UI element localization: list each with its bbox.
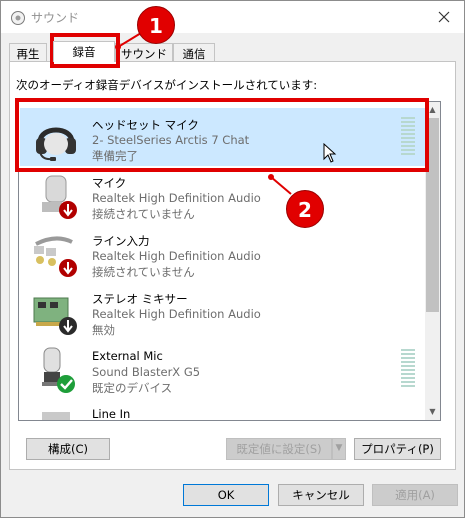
device-row-microphone[interactable]: マイク Realtek High Definition Audio 接続されてい… bbox=[20, 166, 426, 224]
set-default-dropdown[interactable]: ▼ bbox=[332, 438, 346, 460]
scroll-up-icon[interactable]: ▲ bbox=[427, 104, 438, 116]
chevron-down-icon: ▼ bbox=[335, 443, 343, 453]
close-icon[interactable] bbox=[434, 7, 454, 27]
properties-button[interactable]: プロパティ(P) bbox=[354, 438, 441, 460]
sound-card-icon bbox=[33, 297, 77, 335]
window-title: サウンド bbox=[31, 11, 80, 25]
device-name: ステレオ ミキサー bbox=[92, 292, 188, 306]
set-default-button[interactable]: 既定値に設定(S) bbox=[226, 438, 332, 460]
external-mic-icon bbox=[42, 347, 75, 393]
tab-sounds[interactable]: サウンド bbox=[115, 43, 173, 61]
device-row-headset-mic[interactable]: ヘッドセット マイク 2- SteelSeries Arctis 7 Chat … bbox=[20, 108, 426, 166]
sound-dialog: サウンド 再生 録音 サウンド 通信 次のオーディオ録音デバイスがインストールさ… bbox=[0, 0, 465, 518]
device-status: 準備完了 bbox=[92, 149, 138, 163]
scroll-down-icon[interactable]: ▼ bbox=[427, 406, 438, 418]
tab-recording[interactable]: 録音 bbox=[53, 41, 115, 62]
line-in-icon bbox=[42, 412, 70, 420]
ok-button[interactable]: OK bbox=[183, 484, 269, 506]
device-list[interactable]: ヘッドセット マイク 2- SteelSeries Arctis 7 Chat … bbox=[18, 101, 441, 421]
microphone-icon bbox=[42, 175, 77, 219]
tab-playback[interactable]: 再生 bbox=[9, 43, 47, 61]
vertical-scrollbar[interactable]: ▲ ▼ bbox=[425, 102, 440, 420]
device-status: 無効 bbox=[92, 323, 115, 337]
device-driver: 2- SteelSeries Arctis 7 Chat bbox=[92, 133, 250, 147]
device-row-line-in[interactable]: Line In bbox=[20, 398, 426, 421]
headset-icon bbox=[36, 127, 76, 161]
mouse-cursor-icon bbox=[323, 143, 337, 163]
device-name: ヘッドセット マイク bbox=[92, 118, 199, 132]
configure-button[interactable]: 構成(C) bbox=[26, 438, 110, 460]
device-row-external-mic[interactable]: External Mic Sound BlasterX G5 既定のデバイス bbox=[20, 340, 426, 398]
apply-button[interactable]: 適用(A) bbox=[372, 484, 458, 506]
device-status: 既定のデバイス bbox=[92, 381, 173, 395]
device-driver: Realtek High Definition Audio bbox=[92, 307, 261, 321]
device-driver: Realtek High Definition Audio bbox=[92, 191, 261, 205]
device-driver: Sound BlasterX G5 bbox=[92, 365, 201, 379]
annotation-badge-2: 2 bbox=[286, 190, 324, 228]
level-meter bbox=[401, 117, 415, 157]
tab-strip: 再生 録音 サウンド 通信 bbox=[9, 41, 456, 62]
device-row-line-input[interactable]: ライン入力 Realtek High Definition Audio 接続され… bbox=[20, 224, 426, 282]
device-name: ライン入力 bbox=[92, 234, 150, 248]
device-name: マイク bbox=[92, 176, 127, 190]
title-bar: サウンド bbox=[1, 1, 464, 33]
scroll-thumb[interactable] bbox=[426, 118, 439, 312]
cancel-button[interactable]: キャンセル bbox=[278, 484, 364, 506]
device-row-stereo-mixer[interactable]: ステレオ ミキサー Realtek High Definition Audio … bbox=[20, 282, 426, 340]
device-driver: Realtek High Definition Audio bbox=[92, 249, 261, 263]
device-name: Line In bbox=[92, 407, 131, 421]
annotation-badge-1: 1 bbox=[137, 6, 175, 44]
speaker-icon bbox=[11, 11, 25, 25]
tab-communications[interactable]: 通信 bbox=[173, 43, 215, 61]
device-name: External Mic bbox=[92, 349, 163, 363]
instruction-text: 次のオーディオ録音デバイスがインストールされています: bbox=[16, 78, 318, 92]
device-status: 接続されていません bbox=[92, 207, 195, 221]
line-in-cable-icon bbox=[34, 236, 77, 277]
device-status: 接続されていません bbox=[92, 265, 195, 279]
level-meter bbox=[401, 349, 415, 389]
